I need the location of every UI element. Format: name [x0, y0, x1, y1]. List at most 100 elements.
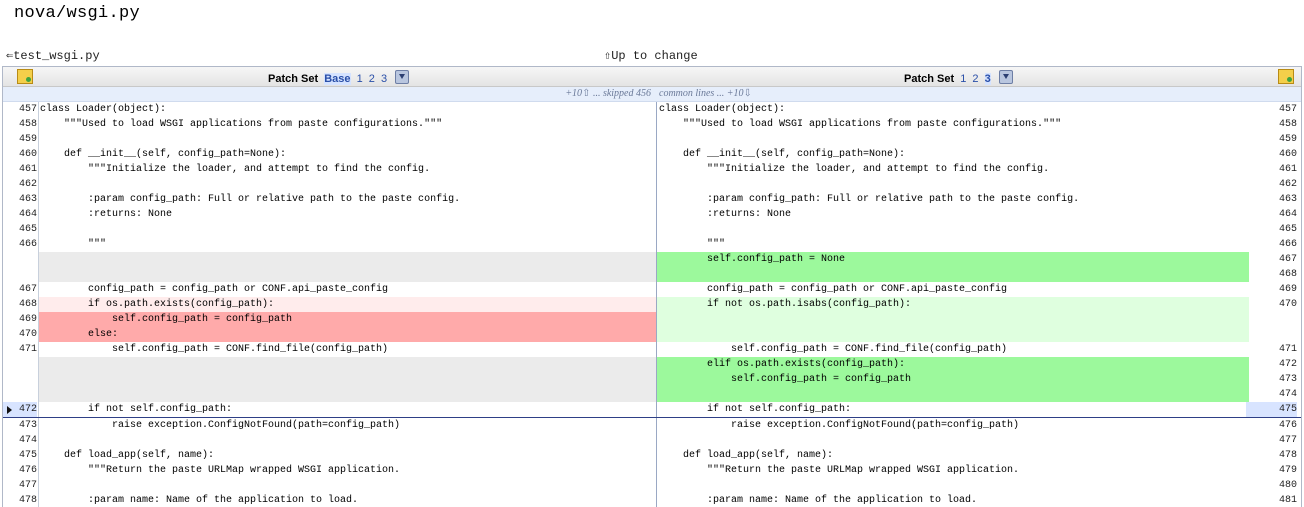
left-line-number[interactable]: 463 [3, 192, 37, 207]
left-line-number[interactable]: 461 [3, 162, 37, 177]
right-code-line[interactable]: :param config_path: Full or relative pat… [656, 192, 1249, 207]
right-code-line[interactable] [656, 312, 1249, 342]
left-line-number[interactable]: 459 [3, 132, 37, 147]
left-code-line[interactable] [38, 252, 657, 282]
left-line-number[interactable]: 471 [3, 342, 37, 357]
right-code-line[interactable]: def __init__(self, config_path=None): [656, 147, 1249, 162]
patch-set-option-1[interactable]: 1 [960, 73, 966, 85]
left-code-line[interactable]: config_path = config_path or CONF.api_pa… [38, 282, 657, 297]
right-code-line[interactable]: """Return the paste URLMap wrapped WSGI … [656, 463, 1249, 478]
right-code-line[interactable]: """Initialize the loader, and attempt to… [656, 162, 1249, 177]
right-line-number[interactable]: 466 [1246, 237, 1297, 252]
right-code-line[interactable]: def load_app(self, name): [656, 448, 1249, 463]
right-line-number[interactable]: 477 [1246, 433, 1297, 448]
right-code-line[interactable]: if not os.path.isabs(config_path): [656, 297, 1249, 312]
right-code-line[interactable]: """ [656, 237, 1249, 252]
left-code-line[interactable]: self.config_path = CONF.find_file(config… [38, 342, 657, 357]
left-line-number[interactable]: 478 [3, 493, 37, 507]
right-code-line[interactable] [656, 177, 1249, 192]
download-icon[interactable] [998, 70, 1013, 84]
left-line-number[interactable]: 465 [3, 222, 37, 237]
file-comment-icon[interactable] [17, 69, 33, 84]
previous-file-link[interactable]: ⇐test_wsgi.py [6, 48, 100, 63]
left-line-number[interactable]: 477 [3, 478, 37, 493]
left-code-line[interactable]: :returns: None [38, 207, 657, 222]
right-code-line[interactable]: config_path = config_path or CONF.api_pa… [656, 282, 1249, 297]
left-line-number[interactable]: 464 [3, 207, 37, 222]
right-code-line[interactable]: :returns: None [656, 207, 1249, 222]
right-line-number[interactable] [1246, 312, 1297, 342]
left-line-number[interactable]: 472 [3, 402, 37, 417]
left-code-line[interactable] [38, 177, 657, 192]
right-line-number[interactable]: 472 473 474 [1246, 357, 1297, 402]
up-to-change-link[interactable]: ⇧Up to change [604, 48, 698, 63]
right-code-line[interactable]: if not self.config_path: [656, 402, 1249, 417]
right-code-line[interactable]: self.config_path = CONF.find_file(config… [656, 342, 1249, 357]
left-code-line[interactable]: raise exception.ConfigNotFound(path=conf… [38, 418, 657, 433]
left-line-number[interactable]: 457 [3, 102, 37, 117]
left-code-line[interactable] [38, 433, 657, 448]
right-line-number[interactable]: 460 [1246, 147, 1297, 162]
right-line-number[interactable]: 476 [1246, 418, 1297, 433]
right-line-number[interactable]: 459 [1246, 132, 1297, 147]
patch-set-option-1[interactable]: 1 [357, 73, 363, 85]
right-code-line[interactable] [656, 478, 1249, 493]
patch-set-option-2[interactable]: 2 [369, 73, 375, 85]
file-comment-icon[interactable] [1278, 69, 1294, 84]
right-line-number[interactable]: 465 [1246, 222, 1297, 237]
left-code-line[interactable]: :param config_path: Full or relative pat… [38, 192, 657, 207]
right-code-line[interactable] [656, 433, 1249, 448]
left-code-line[interactable]: def load_app(self, name): [38, 448, 657, 463]
left-code-line[interactable] [38, 478, 657, 493]
left-line-number[interactable]: 476 [3, 463, 37, 478]
left-line-number[interactable] [3, 252, 37, 282]
left-code-line[interactable]: class Loader(object): [38, 102, 657, 117]
skipped-lines-bar[interactable]: +10⇧ ... skipped 456 common lines ... +1… [3, 87, 1301, 102]
right-code-line[interactable]: elif os.path.exists(config_path): self.c… [656, 357, 1249, 402]
left-line-number[interactable]: 462 [3, 177, 37, 192]
left-code-line[interactable]: if os.path.exists(config_path): [38, 297, 657, 312]
right-code-line[interactable]: raise exception.ConfigNotFound(path=conf… [656, 418, 1249, 433]
left-line-number[interactable]: 466 [3, 237, 37, 252]
right-line-number[interactable]: 462 [1246, 177, 1297, 192]
right-code-line[interactable]: class Loader(object): [656, 102, 1249, 117]
left-code-line[interactable]: def __init__(self, config_path=None): [38, 147, 657, 162]
right-code-line[interactable] [656, 222, 1249, 237]
left-code-line[interactable]: """ [38, 237, 657, 252]
right-line-number[interactable]: 464 [1246, 207, 1297, 222]
left-line-number[interactable]: 468 [3, 297, 37, 312]
left-line-number[interactable]: 458 [3, 117, 37, 132]
left-line-number[interactable]: 467 [3, 282, 37, 297]
right-line-number[interactable]: 463 [1246, 192, 1297, 207]
right-line-number[interactable]: 469 [1246, 282, 1297, 297]
expand-above-link[interactable]: +10⇧ ... skipped 456 [565, 88, 651, 99]
left-line-number[interactable]: 475 [3, 448, 37, 463]
right-code-line[interactable]: """Used to load WSGI applications from p… [656, 117, 1249, 132]
right-line-number[interactable]: 475 [1246, 402, 1297, 417]
right-line-number[interactable]: 457 [1246, 102, 1297, 117]
left-code-line[interactable]: """Initialize the loader, and attempt to… [38, 162, 657, 177]
right-line-number[interactable]: 471 [1246, 342, 1297, 357]
expand-below-link[interactable]: common lines ... +10⇩ [659, 88, 752, 99]
left-code-line[interactable]: self.config_path = config_path else: [38, 312, 657, 342]
left-code-line[interactable]: :param name: Name of the application to … [38, 493, 657, 507]
left-line-number[interactable]: 474 [3, 433, 37, 448]
left-line-number[interactable]: 469 470 [3, 312, 37, 342]
patch-set-option-base[interactable]: Base [324, 73, 351, 85]
right-line-number[interactable]: 481 [1246, 493, 1297, 507]
left-code-line[interactable]: if not self.config_path: [38, 402, 657, 417]
right-line-number[interactable]: 458 [1246, 117, 1297, 132]
right-line-number[interactable]: 478 [1246, 448, 1297, 463]
right-line-number[interactable]: 467 468 [1246, 252, 1297, 282]
patch-set-option-3[interactable]: 3 [381, 73, 387, 85]
right-code-line[interactable] [656, 132, 1249, 147]
left-code-line[interactable] [38, 357, 657, 402]
left-code-line[interactable]: """Used to load WSGI applications from p… [38, 117, 657, 132]
right-line-number[interactable]: 480 [1246, 478, 1297, 493]
left-code-line[interactable]: """Return the paste URLMap wrapped WSGI … [38, 463, 657, 478]
left-line-number[interactable]: 460 [3, 147, 37, 162]
left-code-line[interactable] [38, 222, 657, 237]
right-code-line[interactable]: :param name: Name of the application to … [656, 493, 1249, 507]
left-code-line[interactable] [38, 132, 657, 147]
patch-set-option-2[interactable]: 2 [972, 73, 978, 85]
